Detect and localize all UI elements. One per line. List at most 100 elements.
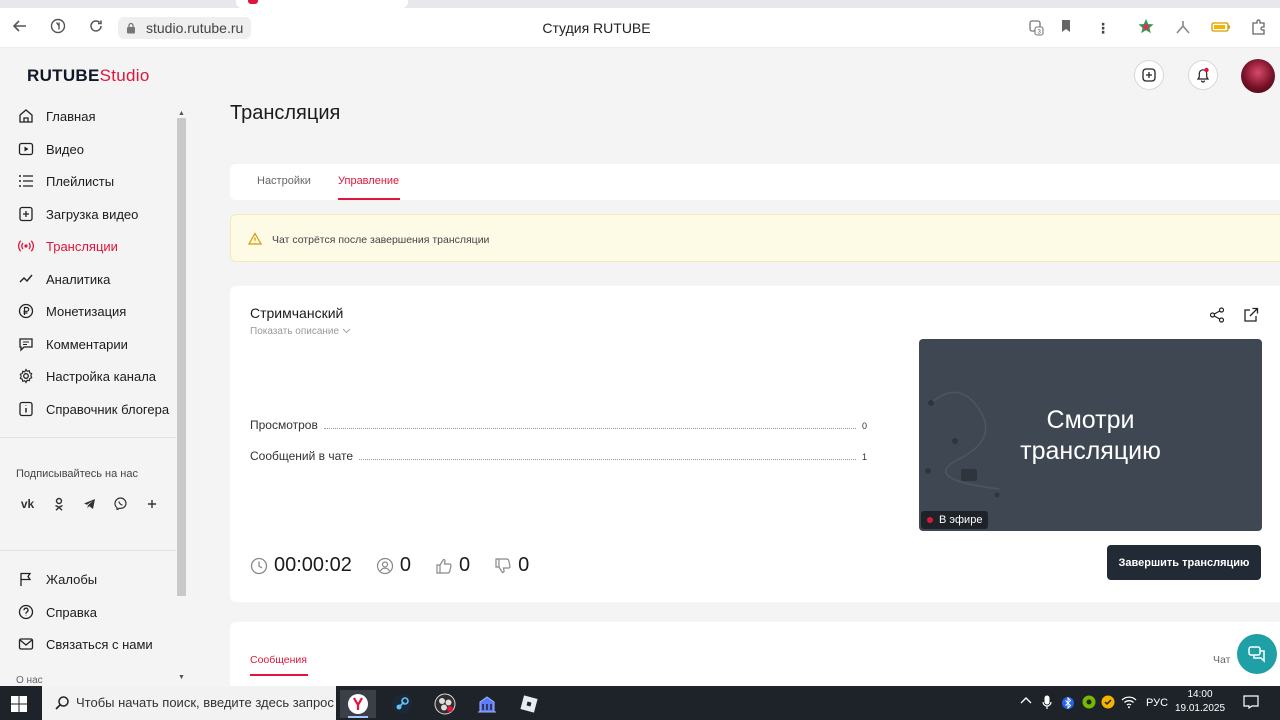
chevron-down-icon (342, 328, 351, 334)
extension-star-icon[interactable] (1136, 18, 1156, 38)
share-icon[interactable] (1208, 306, 1226, 324)
stream-metrics: 00:00:02 0 0 0 (250, 554, 553, 577)
active-tab-indicator (250, 674, 308, 676)
sidebar-item-label: Плейлисты (46, 173, 115, 189)
scroll-down-icon[interactable]: ▼ (178, 674, 185, 681)
social-links: vk (16, 492, 163, 515)
tabs-count-icon[interactable]: 3 (1026, 18, 1046, 38)
bluetooth-icon[interactable] (1062, 695, 1074, 714)
sidebar-item-broadcasts[interactable]: Трансляции (18, 234, 178, 258)
viewer-person-icon (376, 557, 393, 574)
battery-extension-icon[interactable] (1211, 18, 1231, 38)
tray-expand-icon[interactable] (1020, 695, 1032, 708)
stat-dots (359, 459, 856, 460)
sidebar-item-home[interactable]: Главная (18, 104, 178, 128)
upload-plus-button[interactable] (1134, 60, 1164, 90)
about-link[interactable]: О нас (16, 675, 43, 686)
sidebar-item-monetization[interactable]: Монетизация (18, 299, 178, 323)
sidebar-item-help[interactable]: Справка (18, 600, 178, 624)
yandex-browser-taskbar-icon[interactable] (340, 690, 376, 718)
vk-icon[interactable]: vk (16, 492, 39, 515)
likes-value: 0 (458, 554, 471, 576)
follow-us-title: Подписывайтесь на нас (16, 468, 138, 480)
sidebar-divider (0, 550, 176, 551)
sidebar-item-analytics[interactable]: Аналитика (18, 267, 178, 291)
viewers-value: 0 (399, 554, 411, 576)
stat-value: 0 (861, 421, 867, 431)
bell-icon (1196, 67, 1210, 83)
sidebar-item-playlists[interactable]: Плейлисты (18, 169, 178, 193)
more-vertical-icon[interactable]: ⋮ (1093, 18, 1113, 38)
home-icon (19, 109, 33, 123)
microphone-icon[interactable] (1042, 695, 1052, 714)
stream-preview-thumbnail[interactable]: Смотри трансляцию В эфире (919, 339, 1262, 531)
page-title: Трансляция (230, 102, 341, 124)
more-plus-icon[interactable] (140, 492, 163, 515)
app-tray-icon[interactable] (1101, 695, 1115, 712)
likes-metric: 0 (435, 554, 470, 577)
ok-icon[interactable] (47, 492, 70, 515)
scrollbar-thumb[interactable] (177, 118, 186, 596)
external-link-icon[interactable] (1242, 306, 1260, 324)
sidebar-item-video[interactable]: Видео (18, 137, 178, 161)
plus-square-icon (1142, 68, 1156, 82)
warning-icon (248, 232, 262, 245)
stat-value: 1 (861, 452, 867, 462)
duration-value: 00:00:02 (274, 554, 352, 576)
show-description-toggle[interactable]: Показать описание (250, 326, 351, 337)
broadcast-icon (18, 240, 34, 252)
alert-text: Чат сотрётся после завершения трансляции (272, 234, 490, 246)
tab-settings[interactable]: Настройки (257, 175, 311, 187)
clock-date: 19.01.2025 (1174, 703, 1226, 714)
chat-tab[interactable]: Чат (1213, 654, 1230, 666)
chat-bubbles-icon (1248, 646, 1265, 663)
browser-page-title: Студия RUTUBE (542, 20, 651, 36)
sidebar-item-label: Комментарии (46, 336, 128, 352)
stat-label: Просмотров (250, 418, 318, 432)
monetization-icon (18, 303, 34, 319)
sidebar-scrollbar[interactable]: ▲ ▼ (176, 108, 187, 686)
sidebar-item-complaints[interactable]: Жалобы (18, 567, 178, 591)
building-app-taskbar-icon[interactable] (469, 690, 505, 718)
tab-messages[interactable]: Сообщения (250, 654, 307, 666)
video-icon (18, 142, 34, 156)
wifi-icon[interactable] (1121, 695, 1137, 712)
sidebar-item-label: Видео (46, 141, 84, 157)
upload-icon (19, 206, 33, 222)
sidebar-item-comments[interactable]: Комментарии (18, 332, 178, 356)
viber-icon[interactable] (109, 492, 132, 515)
bookmark-icon[interactable] (1056, 18, 1076, 38)
sidebar-item-contact[interactable]: Связаться с нами (18, 632, 178, 656)
extensions-puzzle-icon[interactable] (1249, 18, 1269, 38)
scroll-up-icon[interactable]: ▲ (178, 110, 185, 117)
extension-tools-icon[interactable] (1173, 18, 1193, 38)
language-indicator[interactable]: РУС (1146, 697, 1168, 709)
sidebar-item-channel-settings[interactable]: Настройка канала (18, 364, 178, 388)
windows-start-icon[interactable] (10, 695, 28, 713)
steam-taskbar-icon[interactable] (384, 690, 420, 718)
rutube-studio-logo[interactable]: RUTUBEStudio (27, 66, 150, 88)
end-broadcast-button[interactable]: Завершить трансляцию (1107, 545, 1261, 580)
sidebar-divider (0, 437, 176, 438)
comments-icon (19, 338, 33, 352)
user-avatar[interactable] (1241, 59, 1275, 93)
browser-tab-strip (0, 0, 1280, 8)
telegram-icon[interactable] (78, 492, 101, 515)
browser-toolbar: studio.rutube.ru Студия RUTUBE 3 ⋮ (0, 8, 1280, 48)
notification-center-icon[interactable] (1243, 695, 1259, 712)
roblox-taskbar-icon[interactable] (511, 690, 547, 718)
mail-icon (18, 638, 34, 650)
chat-warning-alert: Чат сотрётся после завершения трансляции (230, 214, 1280, 262)
sidebar: Главная Видео Плейлисты Загрузка видео Т… (0, 100, 188, 686)
taskbar-clock[interactable]: 14:00 19.01.2025 (1172, 688, 1228, 716)
browser-active-tab[interactable] (236, 0, 408, 8)
tab-management[interactable]: Управление (338, 175, 399, 187)
sidebar-item-upload[interactable]: Загрузка видео (18, 202, 178, 226)
sidebar-item-label: Настройка канала (46, 368, 157, 384)
nvidia-tray-icon[interactable] (1082, 695, 1096, 712)
taskbar-search-input[interactable]: Чтобы начать поиск, введите здесь запрос (42, 686, 336, 720)
obs-taskbar-icon[interactable] (427, 690, 463, 718)
sidebar-item-blogger-guide[interactable]: Справочник блогера (18, 397, 188, 421)
support-chat-button[interactable] (1237, 634, 1277, 674)
notifications-button[interactable] (1188, 60, 1218, 90)
